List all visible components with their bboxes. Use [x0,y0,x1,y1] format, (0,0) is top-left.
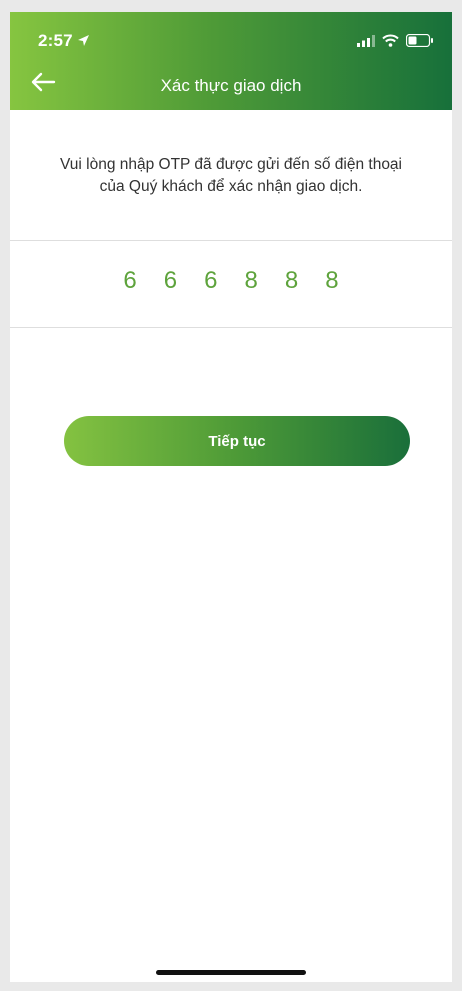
battery-icon [405,33,434,52]
instruction-line-1: Vui lòng nhập OTP đã được gửi đến số điệ… [60,156,402,173]
divider-top [10,240,452,241]
instruction-line-2: của Quý khách để xác nhận giao dịch. [99,178,363,195]
page-title: Xác thực giao dịch [160,76,302,95]
screen: 2:57 Xác thực giao dịch Vui lòng nhập OT… [10,12,452,982]
wifi-icon [382,34,399,52]
app-header: 2:57 Xác thực giao dịch [10,12,452,110]
otp-digit-6: 8 [325,267,339,294]
status-bar-time: 2:57 [38,31,90,52]
time-label: 2:57 [38,31,73,50]
otp-digit-1: 6 [123,267,137,294]
otp-digit-5: 8 [284,267,299,294]
signal-icon [357,34,375,52]
otp-digit-2: 6 [163,267,178,294]
divider-bottom [10,327,452,328]
otp-digit-3: 6 [204,267,218,294]
home-indicator [156,970,306,975]
continue-button-label: Tiếp tục [208,432,266,450]
status-bar-indicators [357,33,434,52]
otp-input[interactable]: 6 6 6 8 8 8 [120,267,342,303]
location-arrow-icon [77,32,90,52]
otp-instruction-text: Vui lòng nhập OTP đã được gửi đến số điệ… [30,154,432,198]
continue-button[interactable]: Tiếp tục [64,416,410,466]
otp-digit-4: 8 [244,267,258,294]
